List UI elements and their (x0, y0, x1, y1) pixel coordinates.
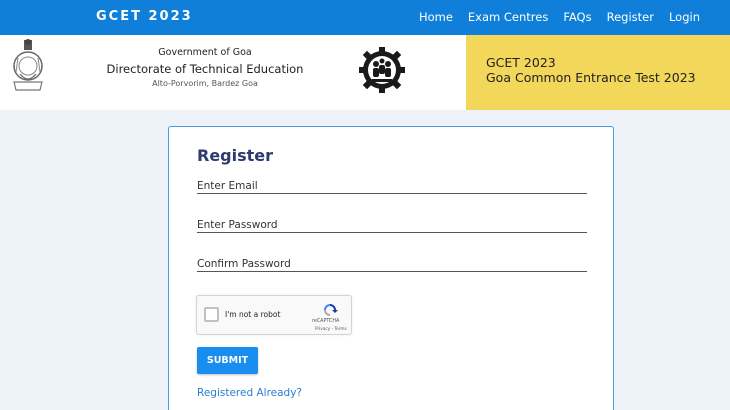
top-navbar: GCET 2023 Home Exam Centres FAQs Registe… (0, 0, 730, 35)
recaptcha-checkbox[interactable] (204, 307, 219, 322)
submit-button[interactable]: SUBMIT (197, 347, 258, 374)
password-placeholder: Enter Password (197, 219, 278, 231)
email-field[interactable]: Enter Email (197, 179, 587, 194)
nav-home[interactable]: Home (419, 10, 453, 24)
password-field[interactable]: Enter Password (197, 218, 587, 233)
nav-login[interactable]: Login (669, 10, 700, 24)
nav-menu: Home Exam Centres FAQs Register Login (419, 10, 700, 24)
gov-line1: Government of Goa (158, 47, 252, 58)
recaptcha-brand: reCAPTCHA (312, 319, 340, 324)
goa-emblem-icon (13, 39, 43, 91)
nav-register[interactable]: Register (607, 10, 654, 24)
recaptcha-logo-icon (324, 304, 338, 316)
gov-line3: Alto-Porvorim, Bardez Goa (152, 79, 258, 88)
gov-line2: Directorate of Technical Education (106, 62, 304, 76)
register-card: Register Enter Email Enter Password Conf… (168, 126, 614, 410)
register-title: Register (197, 146, 274, 165)
recaptcha-links[interactable]: Privacy - Terms (315, 326, 347, 331)
brand-title[interactable]: GCET 2023 (96, 9, 193, 24)
registered-already-link[interactable]: Registered Already? (197, 387, 302, 399)
confirm-password-placeholder: Confirm Password (197, 258, 291, 270)
recaptcha-label: I'm not a robot (225, 310, 281, 319)
directorate-text: Government of Goa Directorate of Technic… (100, 47, 310, 88)
dte-logo-icon (359, 47, 405, 93)
exam-title: GCET 2023 (486, 55, 556, 70)
exam-subtitle: Goa Common Entrance Test 2023 (486, 70, 696, 85)
nav-faqs[interactable]: FAQs (563, 10, 591, 24)
recaptcha-widget: I'm not a robot reCAPTCHA Privacy - Term… (196, 295, 352, 335)
header-band: Government of Goa Directorate of Technic… (0, 35, 730, 110)
exam-banner: GCET 2023 Goa Common Entrance Test 2023 (466, 35, 730, 110)
nav-exam-centres[interactable]: Exam Centres (468, 10, 548, 24)
email-placeholder: Enter Email (197, 180, 258, 192)
confirm-password-field[interactable]: Confirm Password (197, 257, 587, 272)
